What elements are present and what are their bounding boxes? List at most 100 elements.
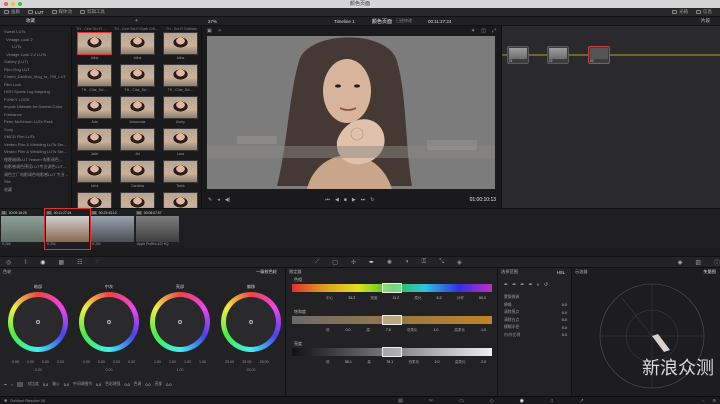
wheel-value[interactable]: 25.00 xyxy=(242,360,251,364)
3d-icon[interactable]: ◈ xyxy=(457,259,462,266)
qualifier-param-value[interactable]: 35.2 xyxy=(348,296,355,301)
color-wheel[interactable] xyxy=(150,292,210,352)
lut-thumbnail[interactable]: Kaipa xyxy=(161,192,200,208)
tree-item[interactable]: Gallery (LUT) xyxy=(0,58,71,66)
clips-button[interactable]: 剪辑工具 xyxy=(80,9,105,15)
range-handle[interactable] xyxy=(382,315,402,325)
keyframes-icon[interactable]: ◆ xyxy=(678,259,683,266)
lut-thumbnail[interactable]: Tarek xyxy=(161,160,200,190)
qualifier-param-value[interactable]: 55.1 xyxy=(345,360,352,365)
primaries-icon[interactable]: ◉ xyxy=(40,259,45,266)
play-icon[interactable]: ▶ xyxy=(352,197,356,203)
tree-item[interactable]: Vimbro Film & Wedding LUTs Ser... xyxy=(0,141,71,149)
blur-icon[interactable]: ◑ xyxy=(405,259,409,265)
tree-item[interactable]: Site xyxy=(0,178,71,186)
tree-item[interactable]: Film-Vlog LUT xyxy=(0,66,71,74)
tree-item[interactable]: Cinem_DaVinci_Vlog_to_709_LUT xyxy=(0,73,71,81)
viewer-split-icon[interactable]: ◫ xyxy=(481,28,486,34)
timeline-clip[interactable]: 02 00:11:27:24 H.264 xyxy=(44,208,91,250)
node-01[interactable]: 01 xyxy=(507,46,529,64)
minimize-window-icon[interactable] xyxy=(11,2,15,6)
qualifier-param-value[interactable]: 6.2 xyxy=(437,296,442,301)
matte-param-value[interactable]: 0.0 xyxy=(562,311,567,315)
skip-back-icon[interactable]: ⏮ xyxy=(325,197,330,203)
color-wheels-icon[interactable]: ◎ xyxy=(6,259,11,266)
viewer-wand-icon[interactable]: ✧ xyxy=(218,28,222,34)
window-icon[interactable]: ▢ xyxy=(332,259,338,266)
hdr-icon[interactable]: ▦ xyxy=(58,259,64,266)
node-editor[interactable]: 01 02 03 xyxy=(502,26,720,208)
node-03[interactable]: 03 xyxy=(588,46,610,64)
wheel-value[interactable]: 0.00 xyxy=(27,360,34,364)
play-reverse-icon[interactable]: ◀ xyxy=(335,197,339,203)
color-wheel[interactable] xyxy=(79,292,139,352)
qualifier-param-value[interactable]: 0.0 xyxy=(345,328,350,333)
tree-item[interactable]: Freelance xyxy=(0,111,71,119)
zoom-level[interactable]: 27% xyxy=(208,19,217,24)
wheel-value[interactable]: 0.00 xyxy=(42,360,49,364)
maximize-window-icon[interactable] xyxy=(18,2,22,6)
invert-icon[interactable]: ◐ xyxy=(537,282,540,288)
skip-forward-icon[interactable]: ⏭ xyxy=(361,197,366,203)
tree-item[interactable]: Vimbro Film & Wedding LUTs Ser... xyxy=(0,148,71,156)
wheels-mode-select[interactable]: 一级校色轮 xyxy=(256,269,277,275)
wheel-value[interactable]: 25.00 xyxy=(225,360,234,364)
wheel-center-handle[interactable] xyxy=(178,320,182,324)
tracker-icon[interactable]: ✢ xyxy=(351,259,356,266)
rgb-mixer-icon[interactable]: ☷ xyxy=(77,259,82,266)
lut-thumbnail[interactable]: Fall 80s - Sweet Faded xyxy=(75,192,114,208)
lut-thumbnail[interactable]: Ruben xyxy=(118,192,157,208)
lut-thumbnail[interactable]: Lara xyxy=(161,128,200,158)
lut-thumbnail[interactable]: Jet xyxy=(118,128,157,158)
qualifier-range-bar[interactable] xyxy=(292,283,492,293)
wheel-value[interactable]: 1.00 xyxy=(199,360,206,364)
tree-item[interactable]: Vintage Look 2 xyxy=(0,36,71,44)
tree-item[interactable]: Sony xyxy=(0,126,71,134)
color-picker-icon[interactable]: ◐ xyxy=(11,383,13,387)
fairlight-page-icon[interactable]: ♫ xyxy=(550,398,554,404)
tree-item[interactable]: FUNKY LOOK xyxy=(0,96,71,104)
fusion-page-icon[interactable]: ◇ xyxy=(490,398,494,404)
audio-icon[interactable]: ◀) xyxy=(225,197,231,203)
qualifier-param-value[interactable]: 2.0 xyxy=(481,360,486,365)
curves-tool-icon[interactable]: ⟋ xyxy=(315,259,319,266)
tree-item[interactable]: VMCD Film LUTs xyxy=(0,133,71,141)
tree-item[interactable]: Vintage Look 2.2 LUTs xyxy=(0,51,71,59)
wheel-master-value[interactable]: -0.00 xyxy=(8,368,68,372)
timeline-clip[interactable]: 04 00:05:07:07 Apple ProRes 422 HQ xyxy=(135,209,180,249)
wheel-value[interactable]: 0.00 xyxy=(113,360,120,364)
node-label[interactable]: 片段 xyxy=(701,18,710,24)
qualifier-range-bar[interactable] xyxy=(292,347,492,357)
scope-mode-select[interactable]: 矢量图 xyxy=(703,269,716,275)
sizing-icon[interactable]: ⤡ xyxy=(439,259,444,266)
lut-thumbnail[interactable]: TH - Cine_Sci ... xyxy=(118,64,157,94)
wheel-value[interactable]: 0.00 xyxy=(83,360,90,364)
lut-thumbnail[interactable]: Anacronia xyxy=(118,96,157,126)
wheel-value[interactable]: 1.00 xyxy=(154,360,161,364)
qualifier-param-value[interactable]: 2.0 xyxy=(435,360,440,365)
edit-page-icon[interactable]: ▭ xyxy=(459,398,464,404)
qualifier-param-value[interactable]: 50.0 xyxy=(479,296,486,301)
color-wheel[interactable] xyxy=(8,292,68,352)
tree-item[interactable]: 夜晚暗调LUT Yeaven 电影调色... xyxy=(0,156,71,164)
wheel-center-handle[interactable] xyxy=(107,320,111,324)
cut-page-icon[interactable]: ✂ xyxy=(429,398,433,404)
lut-thumbnail[interactable]: Alina xyxy=(75,32,114,62)
tree-item[interactable]: Film Look xyxy=(0,81,71,89)
lut-thumbnail[interactable]: TH - Cine_Sci ... xyxy=(161,64,200,94)
wheel-value[interactable]: 1.00 xyxy=(184,360,191,364)
color-page-icon[interactable]: ◉ xyxy=(520,398,524,404)
magic-mask-icon[interactable]: ✺ xyxy=(387,259,392,266)
scopes-icon[interactable]: ▥ xyxy=(695,259,701,266)
media-pool-button[interactable]: 媒体池 xyxy=(51,9,72,15)
matte-param-value[interactable]: 0.0 xyxy=(562,318,567,322)
wheel-center-handle[interactable] xyxy=(36,320,40,324)
info-panel-icon[interactable]: ⓘ xyxy=(714,258,720,267)
qualifier-param-value[interactable]: 7.6 xyxy=(386,328,391,333)
info-button[interactable]: 信息 xyxy=(696,9,712,15)
wheel-value[interactable]: 0.00 xyxy=(57,360,64,364)
lut-thumbnail[interactable]: Carolina xyxy=(118,160,157,190)
qualifier-param-value[interactable]: 11.2 xyxy=(393,296,400,301)
picker-icon[interactable]: ✒ xyxy=(504,282,508,288)
wheel-master-value[interactable]: 0.00 xyxy=(79,368,139,372)
